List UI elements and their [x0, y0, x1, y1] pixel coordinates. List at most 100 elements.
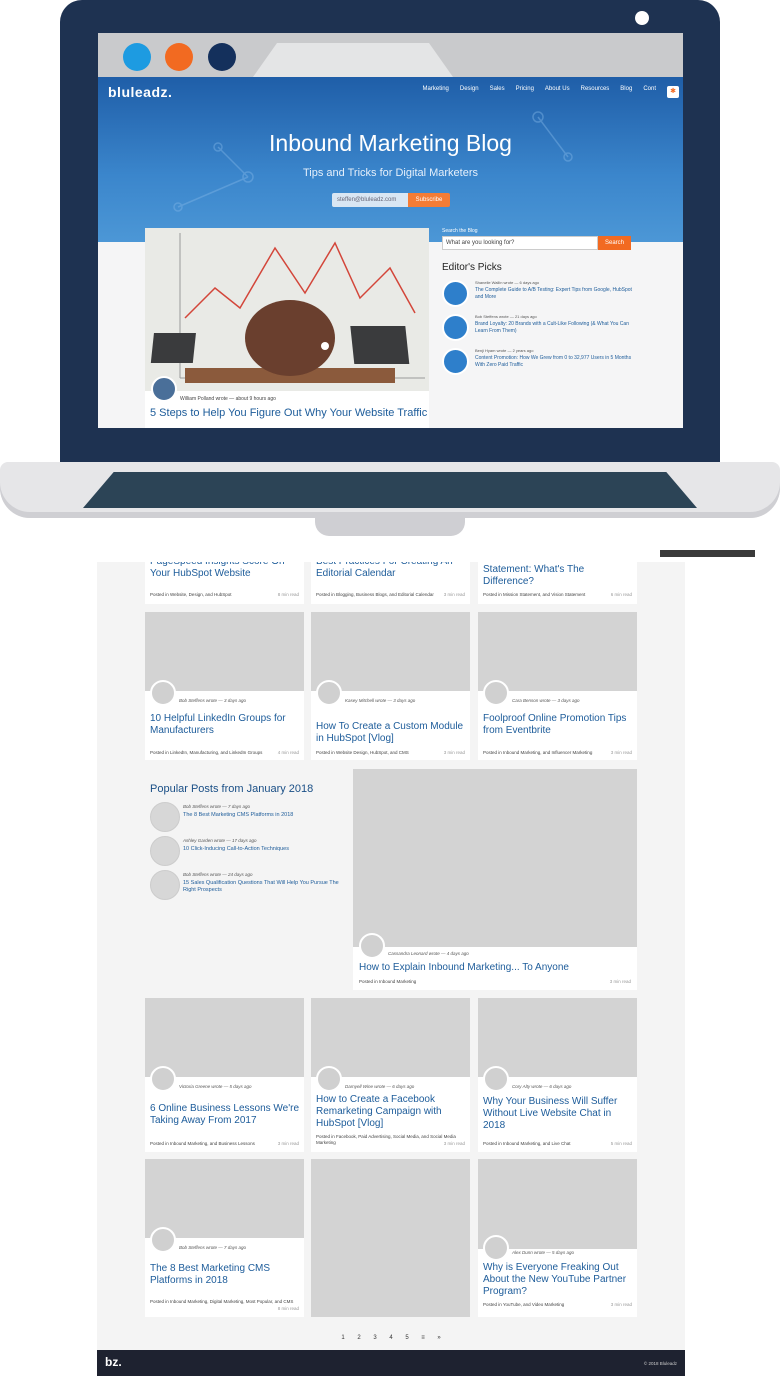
post-card[interactable]: Cory Alty wrote — 6 days ago Why Your Bu… — [478, 998, 637, 1152]
post-title[interactable]: Foolproof Online Promotion Tips from Eve… — [483, 713, 633, 737]
post-title[interactable]: 6 Online Business Lessons We're Taking A… — [150, 1103, 300, 1127]
post-title[interactable]: How to Create a Facebook Remarketing Cam… — [316, 1094, 466, 1130]
popular-post-item[interactable]: Ashley Garden wrote — 17 days ago 10 Cli… — [150, 836, 343, 866]
post-meta: Posted in Mission Statement, and Vision … — [483, 592, 586, 597]
pick-author: Shanelle Wallin wrote — 6 days ago — [475, 280, 540, 285]
post-card[interactable]: Best Practices For Creating An Editorial… — [311, 562, 470, 604]
popular-post-item[interactable]: Bob Steffens wrote — 7 days ago The 8 Be… — [150, 802, 343, 832]
nav-about[interactable]: About Us — [545, 86, 570, 98]
author-avatar — [150, 680, 176, 706]
subscribe-button[interactable]: Subscribe — [408, 193, 450, 207]
read-time: 3 min read — [610, 750, 632, 755]
post-meta: Posted in Inbound Marketing, Digital Mar… — [150, 1299, 294, 1304]
copyright: © 2018 Bluleadz — [643, 1361, 677, 1366]
post-card[interactable]: Kasey Mitchell wrote — 3 days ago How To… — [311, 612, 470, 760]
nav-sales[interactable]: Sales — [490, 86, 505, 98]
page: { "site": { "logo": "bluleadz.", "nav": … — [0, 0, 780, 1376]
pagination: 1 2 3 4 5 ≡ » — [97, 1332, 685, 1344]
author-avatar — [483, 680, 509, 706]
featured-post-image — [145, 228, 429, 391]
post-title[interactable]: How to Explain Inbound Marketing... To A… — [359, 962, 569, 973]
editors-pick-item[interactable]: Shanelle Wallin wrote — 6 days ago The C… — [442, 280, 642, 309]
read-time: 6 min read — [610, 592, 632, 597]
popular-author: Bob Steffens wrote — 7 days ago — [183, 804, 251, 809]
editors-pick-item[interactable]: Benji Hyam wrote — 2 years ago Content P… — [442, 348, 642, 377]
post-card[interactable]: Bob Steffens wrote — 3 days ago 10 Helpf… — [145, 612, 304, 760]
post-title[interactable]: Why Your Business Will Suffer Without Li… — [483, 1096, 633, 1132]
post-author: Cory Alty wrote — 6 days ago — [512, 1084, 572, 1089]
page-2[interactable]: 2 — [353, 1332, 365, 1344]
post-title[interactable]: Best Practices For Creating An Editorial… — [316, 562, 466, 580]
post-title[interactable]: How To Create a Custom Module in HubSpot… — [316, 721, 466, 745]
author-avatar — [442, 314, 469, 341]
nav-pricing[interactable]: Pricing — [516, 86, 534, 98]
popular-author: Bob Steffens wrote — 24 days ago — [183, 872, 253, 877]
window-dot-navy-icon[interactable] — [208, 43, 236, 71]
search-label: Search the Blog — [442, 228, 478, 234]
post-author: Darnyell Wine wrote — 6 days ago — [345, 1084, 415, 1089]
page-4[interactable]: 4 — [385, 1332, 397, 1344]
nav-blog[interactable]: Blog — [620, 86, 632, 98]
bluleadz-logo[interactable]: bluleadz. — [108, 84, 172, 100]
post-card[interactable]: Statement: What's The Difference? Posted… — [478, 562, 637, 604]
post-card[interactable]: Darnyell Wine wrote — 6 days ago How to … — [311, 998, 470, 1152]
read-time: 8 min read — [277, 1306, 299, 1311]
pick-title[interactable]: The Complete Guide to A/B Testing: Exper… — [475, 287, 635, 301]
pick-title[interactable]: Content Promotion: How We Grew from 0 to… — [475, 355, 635, 369]
pick-author: Bob Steffens wrote — 21 days ago — [475, 314, 537, 319]
editors-pick-item[interactable]: Bob Steffens wrote — 21 days ago Brand L… — [442, 314, 642, 343]
site-footer: bz. © 2018 Bluleadz — [97, 1350, 685, 1376]
post-title[interactable]: The 8 Best Marketing CMS Platforms in 20… — [150, 1263, 300, 1287]
post-title[interactable]: 10 Helpful LinkedIn Groups for Manufactu… — [150, 713, 300, 737]
post-meta: Posted in Inbound Marketing, and Influen… — [483, 750, 593, 755]
post-card[interactable]: Bob Steffens wrote — 7 days ago The 8 Be… — [145, 1159, 304, 1317]
browser-chrome — [98, 33, 683, 77]
post-author: Bob Steffens wrote — 3 days ago — [179, 698, 247, 703]
post-meta: Posted in LinkedIn, Manufacturing, and L… — [150, 750, 263, 755]
page-3[interactable]: 3 — [369, 1332, 381, 1344]
nav-marketing[interactable]: Marketing — [423, 86, 449, 98]
featured-title[interactable]: 5 Steps to Help You Figure Out Why Your … — [150, 407, 427, 419]
browser-tab[interactable] — [253, 43, 453, 77]
post-meta: Posted in Inbound Marketing, and Live Ch… — [483, 1141, 571, 1146]
popular-title[interactable]: 15 Sales Qualification Questions That Wi… — [183, 880, 343, 894]
nav-contact[interactable]: Cont — [643, 86, 656, 98]
nav-resources[interactable]: Resources — [581, 86, 610, 98]
window-dot-blue-icon[interactable] — [123, 43, 151, 71]
page-1[interactable]: 1 — [337, 1332, 349, 1344]
post-title[interactable]: Statement: What's The Difference? — [483, 564, 633, 588]
post-title[interactable]: Why is Everyone Freaking Out About the N… — [483, 1262, 633, 1298]
hubspot-icon[interactable]: ✱ — [667, 86, 679, 98]
post-image — [311, 998, 470, 1077]
search-button[interactable]: Search — [598, 236, 631, 250]
post-card-placeholder[interactable] — [311, 1159, 470, 1317]
next-page-icon[interactable]: » — [433, 1332, 445, 1344]
post-card[interactable]: PageSpeed Insights Score On Your HubSpot… — [145, 562, 304, 604]
post-meta: Posted in Inbound Marketing — [359, 979, 417, 984]
footer-logo[interactable]: bz. — [105, 1355, 122, 1369]
post-image — [145, 1159, 304, 1238]
pick-title[interactable]: Brand Loyalty: 20 Brands with a Cult-Lik… — [475, 321, 635, 335]
popular-post-item[interactable]: Bob Steffens wrote — 24 days ago 15 Sale… — [150, 870, 343, 900]
page-list-icon[interactable]: ≡ — [417, 1332, 429, 1344]
post-title[interactable]: PageSpeed Insights Score On Your HubSpot… — [150, 562, 300, 580]
post-card[interactable]: Cara Benson wrote — 3 days ago Foolproof… — [478, 612, 637, 760]
post-card[interactable]: Alex Dunn wrote — 5 days ago Why is Ever… — [478, 1159, 637, 1317]
laptop-foot — [660, 550, 755, 557]
subscribe-email-input[interactable]: steffen@bluleadz.com — [332, 193, 408, 207]
laptop-base — [0, 462, 780, 562]
author-avatar — [442, 348, 469, 375]
large-post-card[interactable]: Cassandra Leonard wrote — 4 days ago How… — [353, 769, 637, 990]
nav-design[interactable]: Design — [460, 86, 479, 98]
author-avatar — [316, 1066, 342, 1092]
featured-post[interactable]: William Polland wrote — about 9 hours ag… — [145, 228, 429, 428]
window-dot-orange-icon[interactable] — [165, 43, 193, 71]
page-title: Inbound Marketing Blog — [269, 130, 512, 156]
page-5[interactable]: 5 — [401, 1332, 413, 1344]
blog-search-input[interactable]: What are you looking for? — [442, 236, 598, 250]
author-avatar — [150, 802, 180, 832]
popular-title[interactable]: The 8 Best Marketing CMS Platforms in 20… — [183, 812, 343, 819]
author-avatar — [150, 870, 180, 900]
post-card[interactable]: Victoria Greene wrote — 5 days ago 6 Onl… — [145, 998, 304, 1152]
popular-title[interactable]: 10 Click-Inducing Call-to-Action Techniq… — [183, 846, 343, 853]
